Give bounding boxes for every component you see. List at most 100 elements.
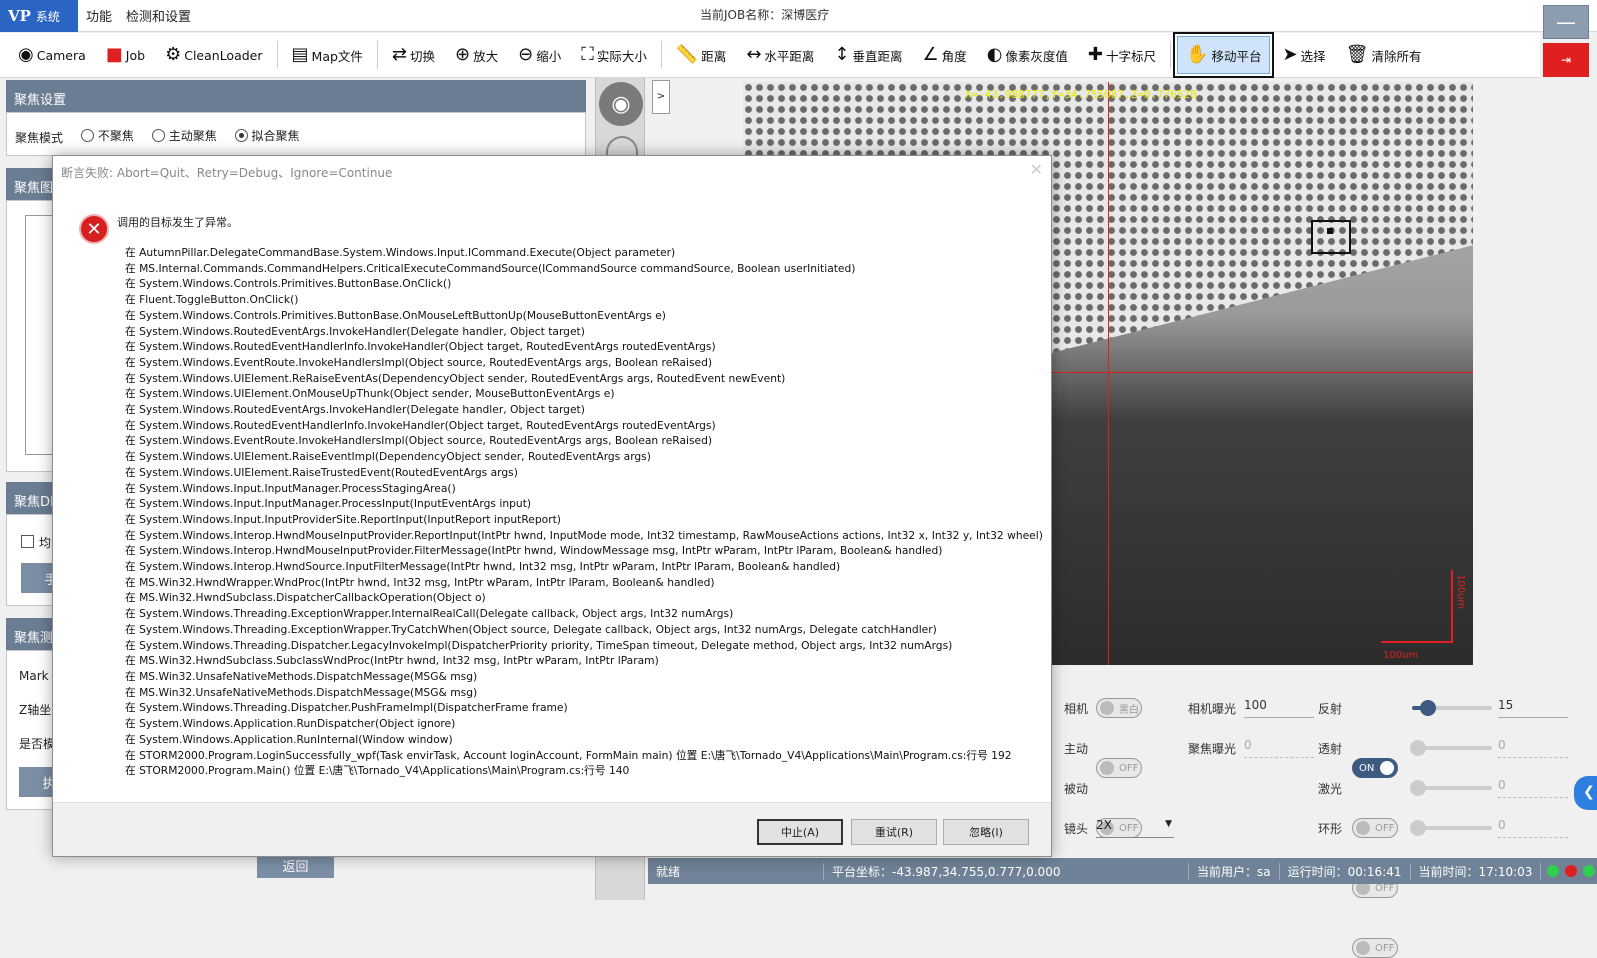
transmit-toggle[interactable]: OFF [1352, 818, 1398, 838]
vertical-distance-icon: ↕ [834, 44, 850, 65]
stack-trace-line: 在 System.Windows.Threading.Dispatcher.Pu… [125, 701, 568, 715]
minimize-icon: — [1556, 10, 1576, 34]
toolbar-button-label: 角度 [941, 48, 967, 64]
toolbar-button-label: 距离 [701, 48, 727, 64]
lens-select[interactable]: 2X ▼ [1096, 816, 1174, 838]
light-camera-controls: 相机 黑白 主动 OFF 被动 OFF 镜头 2X ▼ 相机曝光 100 聚焦曝光… [1052, 668, 1597, 958]
laser-slider-knob[interactable] [1410, 780, 1426, 796]
scale-label-vertical: 100um [1455, 574, 1466, 610]
stack-trace-line: 在 MS.Win32.UnsafeNativeMethods.DispatchM… [125, 669, 478, 683]
toolbar-button-1[interactable]: ■ Job [98, 36, 153, 74]
toolbar-button-14[interactable]: ✋ 移动平台 [1173, 32, 1275, 78]
toolbar-button-16[interactable]: 🗑 清除所有 [1338, 36, 1430, 74]
toolbar-button-9[interactable]: ↔ 水平距离 [738, 36, 822, 74]
coordinate-readout: X=-43.988777,Y=34.755087,Z=0.776528 [965, 88, 1197, 101]
radio-no-focus[interactable]: 不聚焦 [80, 127, 134, 144]
stack-trace-line: 在 System.Windows.Input.InputManager.Proc… [125, 497, 532, 511]
horizontal-distance-icon: ↔ [746, 44, 762, 65]
close-icon[interactable]: ✕ [1030, 160, 1043, 179]
exit-icon: ⇥ [1560, 53, 1572, 67]
checkbox[interactable] [21, 535, 34, 548]
toolbar-button-10[interactable]: ↕ 垂直距离 [826, 36, 910, 74]
toolbar-button-4[interactable]: ⇄ 切换 [384, 36, 443, 74]
toolbar-button-2[interactable]: ⚙ CleanLoader [157, 36, 270, 74]
toolbar-button-label: Camera [36, 47, 86, 63]
stack-trace-line: 在 System.Windows.Input.InputManager.Proc… [125, 481, 456, 495]
selection-marker [1327, 228, 1333, 234]
toolbar-button-8[interactable]: 📏 距离 [668, 36, 734, 74]
ring-slider-knob[interactable] [1410, 820, 1426, 836]
scale-bar-vertical [1451, 570, 1453, 642]
selection-box[interactable] [1311, 220, 1351, 254]
focus-exposure-input[interactable]: 0 [1244, 738, 1314, 758]
menu-function[interactable]: 功能 [86, 6, 112, 25]
dialog-footer: 中止(A) 重试(R) 忽略(I) [53, 802, 1051, 856]
toolbar-button-label: 清除所有 [1371, 48, 1422, 64]
stack-trace-line: 在 System.Windows.Interop.HwndSource.Inpu… [125, 560, 841, 574]
active-toggle[interactable]: OFF [1096, 758, 1142, 778]
ring-value[interactable]: 0 [1498, 818, 1568, 838]
expand-button[interactable]: > [652, 80, 670, 114]
abort-button[interactable]: 中止(A) [757, 819, 843, 845]
laser-value[interactable]: 0 [1498, 778, 1568, 798]
focus-settings-header: 聚焦设置 [6, 80, 586, 112]
run-time: 运行时间：00:16:41 [1280, 862, 1411, 880]
radio-fit-focus[interactable]: 拟合聚焦 [234, 127, 300, 144]
briefcase-icon: ■ [105, 44, 123, 65]
toolbar-button-13[interactable]: ✚ 十字标尺 [1080, 36, 1164, 74]
toolbar-button-label: Job [125, 47, 146, 63]
cam-exposure-label: 相机曝光 [1188, 702, 1237, 716]
reflect-value[interactable]: 15 [1498, 698, 1568, 718]
toolbar-button-5[interactable]: ⊕ 放大 [447, 36, 506, 74]
ring-toggle[interactable]: OFF [1352, 938, 1398, 958]
system-menu[interactable]: VP 系统 [0, 0, 78, 32]
actual-size-icon: ⛶ [581, 44, 594, 65]
reflect-slider-knob[interactable] [1420, 700, 1436, 716]
stack-trace-line: 在 MS.Win32.HwndWrapper.WndProc(IntPtr hw… [125, 575, 715, 589]
toolbar-button-label: 缩小 [536, 48, 562, 64]
stack-trace-line: 在 System.Windows.Threading.ExceptionWrap… [125, 622, 937, 636]
scale-label-horizontal: 100um [1383, 650, 1419, 661]
toolbar-button-15[interactable]: ➤ 选择 [1274, 36, 1333, 74]
ignore-button[interactable]: 忽略(I) [943, 819, 1029, 845]
system-menu-label: 系统 [35, 9, 60, 24]
ruler-icon: 📏 [675, 44, 699, 65]
chevron-left-icon[interactable]: ❮ [1574, 776, 1597, 810]
focus-mode-label: 聚焦模式 [15, 131, 64, 145]
toolbar-button-11[interactable]: ∠ 角度 [915, 36, 975, 74]
radio-active-focus[interactable]: 主动聚焦 [151, 127, 217, 144]
exit-button[interactable]: ⇥ [1543, 43, 1589, 77]
stack-trace-line: 在 MS.Win32.HwndSubclass.SubclassWndProc(… [125, 654, 659, 668]
stack-trace: 在 AutumnPillar.DelegateCommandBase.Syste… [125, 245, 1043, 779]
status-ready: 就绪 [648, 862, 824, 880]
stack-trace-line: 在 System.Windows.Interop.HwndMouseInputP… [125, 544, 943, 558]
toolbar-button-label: 实际大小 [596, 48, 647, 64]
radio-icon [80, 129, 94, 142]
toolbar-separator [1170, 41, 1172, 69]
camera-capture-button[interactable]: ◉ [599, 82, 643, 126]
toolbar-button-0[interactable]: ◉ Camera [10, 36, 94, 74]
status-led-green-icon [1547, 865, 1560, 877]
reflect-toggle[interactable]: ON [1352, 758, 1398, 778]
transmit-slider-knob[interactable] [1410, 740, 1426, 756]
crosshair-icon: ✚ [1087, 44, 1104, 65]
minimize-button[interactable]: — [1543, 5, 1589, 39]
stack-trace-line: 在 System.Windows.Application.RunDispatch… [125, 717, 456, 731]
toggle-text: ON [1359, 762, 1375, 774]
stack-trace-line: 在 System.Windows.Threading.Dispatcher.Le… [125, 638, 953, 652]
toggle-text: OFF [1375, 822, 1395, 834]
stack-trace-line: 在 System.Windows.Controls.Primitives.But… [125, 277, 452, 291]
toolbar-button-12[interactable]: ◐ 像素灰度值 [979, 36, 1076, 74]
stack-trace-line: 在 System.Windows.UIElement.ReRaiseEventA… [125, 371, 786, 385]
cam-exposure-input[interactable]: 100 [1244, 698, 1314, 718]
retry-button[interactable]: 重试(R) [851, 819, 937, 845]
toolbar-button-7[interactable]: ⛶ 实际大小 [573, 36, 655, 74]
transmit-value[interactable]: 0 [1498, 738, 1568, 758]
menu-detect-settings[interactable]: 检测和设置 [126, 6, 191, 25]
toolbar-button-3[interactable]: ▤ Map文件 [284, 36, 371, 74]
toolbar-button-6[interactable]: ⊖ 缩小 [510, 36, 569, 74]
window-title: 当前JOB名称：深博医疗 [700, 8, 830, 22]
is-label: 是否模 [19, 737, 56, 751]
stack-trace-line: 在 STORM2000.Program.Main() 位置 E:\唐飞\Torn… [125, 764, 630, 778]
camera-mode-toggle[interactable]: 黑白 [1096, 698, 1142, 718]
